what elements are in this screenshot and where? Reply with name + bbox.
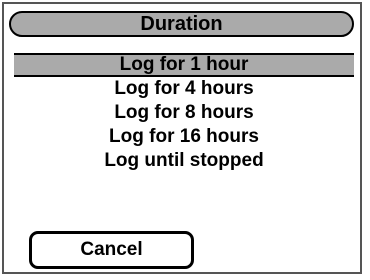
option-log-1-hour[interactable]: Log for 1 hour [14,53,354,77]
option-log-until-stopped[interactable]: Log until stopped [14,149,354,173]
dialog-title: Duration [140,13,223,35]
dialog-title-bar: Duration [9,11,354,37]
option-log-8-hours[interactable]: Log for 8 hours [14,101,354,125]
option-log-4-hours[interactable]: Log for 4 hours [14,77,354,101]
option-log-16-hours[interactable]: Log for 16 hours [14,125,354,149]
cancel-button[interactable]: Cancel [29,231,194,269]
duration-options-list: Log for 1 hour Log for 4 hours Log for 8… [14,53,354,173]
duration-dialog: Duration Log for 1 hour Log for 4 hours … [2,2,362,274]
